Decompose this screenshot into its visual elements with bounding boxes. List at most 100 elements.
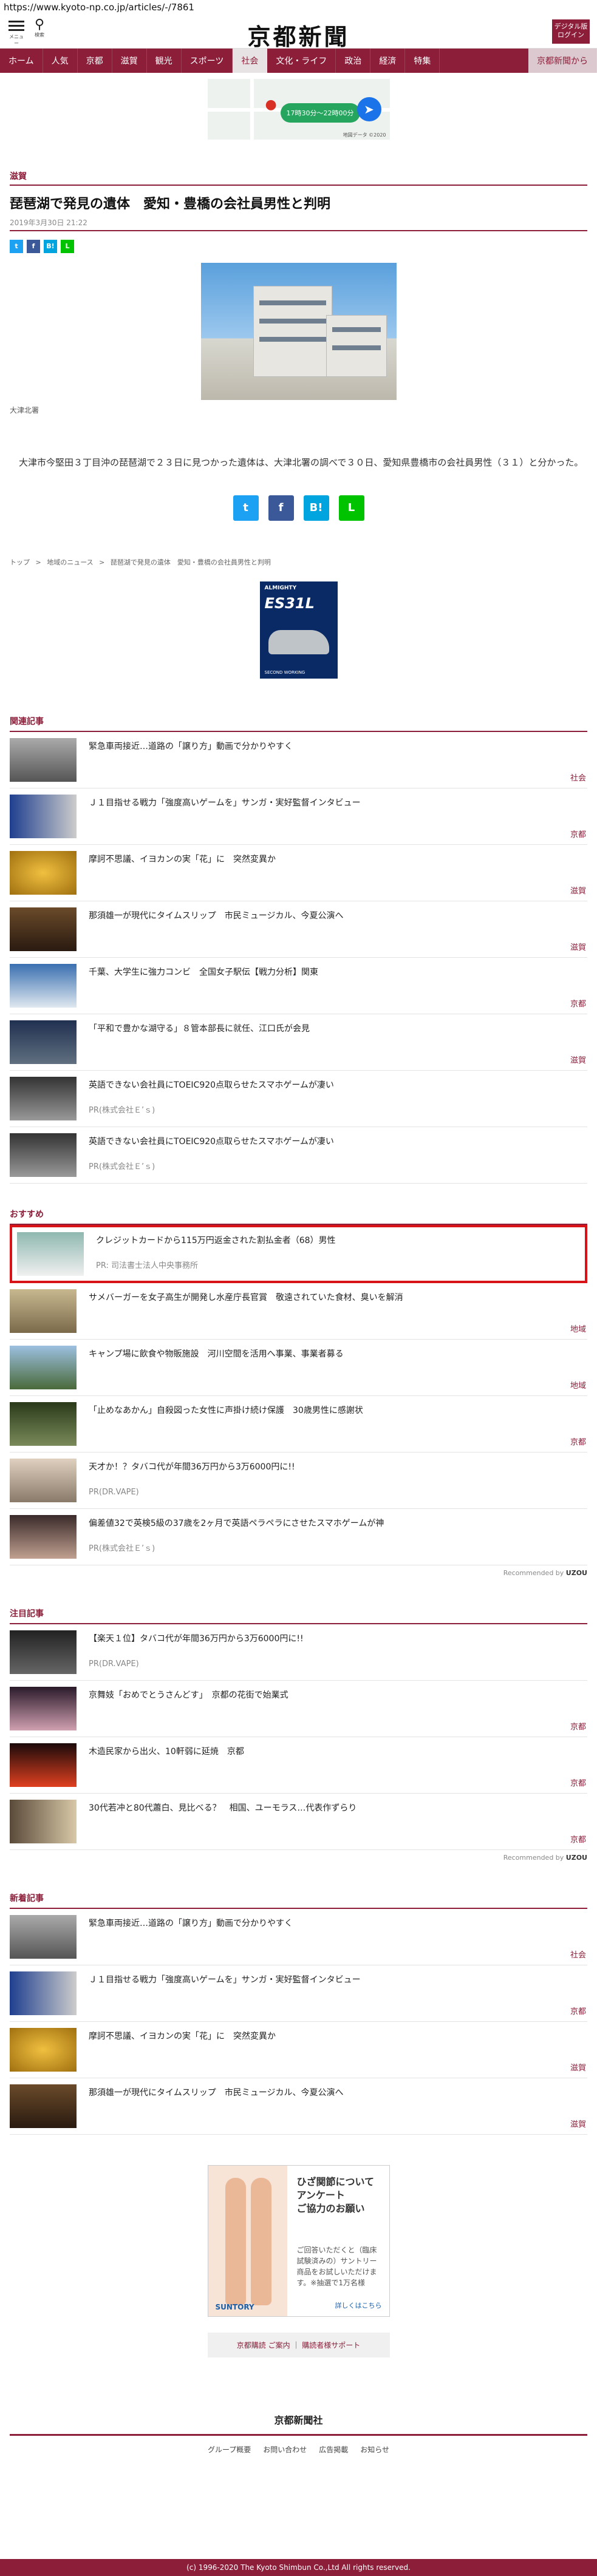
leg-shape (225, 2178, 246, 2305)
window-row (259, 337, 326, 342)
list-item[interactable]: 摩訶不思議、イヨカンの実「花」に 突然変異か 滋賀 (10, 2022, 587, 2078)
hatena-share-icon[interactable]: B! (303, 495, 329, 521)
item-sponsor: PR(株式会社Ｅ’ｓ) (89, 1106, 155, 1115)
nav-shiga[interactable]: 滋賀 (112, 49, 147, 73)
subscription-links[interactable]: 京都購読 ご案内 ｜ 購読者様サポート (207, 2333, 390, 2357)
thumbnail (10, 1687, 77, 1730)
item-title: 「止めなあかん」自殺図った女性に声掛け続け保護 30歳男性に感謝状 (89, 1406, 363, 1415)
list-item[interactable]: 【楽天１位】タバコ代が年間36万円から3万6000円に!! PR(DR.VAPE) (10, 1624, 587, 1681)
breadcrumb-section[interactable]: 地域のニュース (47, 558, 93, 566)
nav-culture[interactable]: 文化・ライフ (267, 49, 336, 73)
footer-link[interactable]: 広告掲載 (319, 2444, 348, 2455)
recommended-by[interactable]: Recommended by UZOU (10, 1569, 587, 1577)
thumbnail (10, 1800, 77, 1843)
recommended-by[interactable]: Recommended by UZOU (10, 1854, 587, 1862)
list-item[interactable]: 木造民家から出火、10軒弱に延焼 京都 京都 (10, 1737, 587, 1794)
item-category: 滋賀 (570, 887, 586, 896)
article-category[interactable]: 滋賀 (10, 170, 587, 186)
map-ad-banner[interactable]: ● 17時30分～22時00分 ➤ 地図データ ©2020 (207, 79, 390, 140)
nav-economy[interactable]: 経済 (370, 49, 406, 73)
facebook-share-icon[interactable]: f (27, 240, 40, 253)
twitter-share-icon[interactable]: t (10, 240, 23, 253)
nav-tourism[interactable]: 観光 (147, 49, 182, 73)
item-title: クレジットカードから115万円返金された割払金者（68）男性 (96, 1236, 336, 1246)
nav-politics[interactable]: 政治 (336, 49, 371, 73)
list-item[interactable]: 摩訶不思議、イヨカンの実「花」に 突然変異か 滋賀 (10, 845, 587, 901)
thumbnail (10, 907, 77, 951)
item-title: 千葉、大学生に強力コンビ 全国女子駅伝【戦力分析】関東 (89, 968, 318, 977)
footer-link[interactable]: お問い合わせ (263, 2444, 307, 2455)
list-item[interactable]: 那須雄一が現代にタイムスリップ 市民ミュージカル、今夏公演へ 滋賀 (10, 2078, 587, 2135)
footer-link[interactable]: お知らせ (360, 2444, 389, 2455)
list-item[interactable]: Ｊ１目指せる戦力「強度高いゲームを」サンガ・実好監督インタビュー京都 (10, 1965, 587, 2022)
item-category: 京都 (570, 1438, 586, 1447)
footer-divider (10, 2434, 587, 2436)
list-item[interactable]: キャンプ場に飲食や物販施設 河川空間を活用へ事業、事業者募る 地域 (10, 1340, 587, 1396)
footer-link[interactable]: グループ概要 (208, 2444, 251, 2455)
shoe-ad-banner[interactable]: ALMIGHTY ES31L SECOND WORKING (259, 581, 338, 679)
list-item-highlighted[interactable]: クレジットカードから115万円返金された割払金者（68）男性 PR: 司法書士法人… (10, 1225, 587, 1283)
thumbnail (10, 851, 77, 895)
list-item[interactable]: 天才か！？タバコ代が年間36万円から3万6000円に!! PR(DR.VAPE) (10, 1452, 587, 1509)
nav-popular[interactable]: 人気 (43, 49, 78, 73)
line-share-icon[interactable]: L (338, 495, 364, 521)
thumbnail (10, 795, 77, 838)
site-logo[interactable]: 京都新聞 (0, 18, 597, 52)
suntory-ad-banner[interactable]: ひざ関節について アンケート ご協力のお願い ご回答いただくと（臨床試験済みの）… (207, 2165, 390, 2317)
list-item[interactable]: サメバーガーを女子高生が開発し水産庁長官賞 敬遠されていた食材、臭いを解消 地域 (10, 1283, 587, 1340)
ad-cta-link[interactable]: 詳しくはこちら (335, 2300, 382, 2310)
thumbnail (10, 1402, 77, 1446)
twitter-share-icon[interactable]: t (233, 495, 259, 521)
item-category: 滋賀 (570, 2064, 586, 2073)
thumbnail (10, 738, 77, 782)
nav-society[interactable]: 社会 (233, 49, 268, 73)
item-title: Ｊ１目指せる戦力「強度高いゲームを」サンガ・実好監督インタビュー (89, 1975, 361, 1985)
facebook-share-icon[interactable]: f (268, 495, 294, 521)
share-row-small: t f B! L (10, 240, 587, 253)
list-item[interactable]: 京舞妓「おめでとうさんどす」 京都の花街で始業式 京都 (10, 1681, 587, 1737)
shoe-image (268, 630, 329, 654)
nav-from-kyoto[interactable]: 京都新聞から (528, 49, 597, 73)
item-sponsor: PR: 司法書士法人中央事務所 (96, 1261, 198, 1270)
list-item[interactable]: 30代若冲と80代蕭白、見比べる？ 相国、ユーモラス…代表作ずらり 京都 (10, 1794, 587, 1850)
item-category: 京都 (570, 1835, 586, 1845)
breadcrumb-sep: > (99, 558, 105, 566)
list-item[interactable]: 那須雄一が現代にタイムスリップ 市民ミュージカル、今夏公演へ 滋賀 (10, 901, 587, 958)
ad-illustration (208, 2166, 287, 2316)
item-title: キャンプ場に飲食や物販施設 河川空間を活用へ事業、事業者募る (89, 1349, 344, 1359)
list-item[interactable]: 緊急車両接近…道路の「譲り方」動画で分かりやすく 社会 (10, 1909, 587, 1965)
thumbnail (10, 1459, 77, 1502)
thumbnail (10, 1289, 77, 1333)
login-button[interactable]: デジタル版 ログイン (552, 19, 590, 44)
item-category: 京都 (570, 830, 586, 839)
latest-list: 緊急車両接近…道路の「譲り方」動画で分かりやすく 社会 Ｊ１目指せる戦力「強度高い… (10, 1909, 587, 2135)
window-row (332, 345, 381, 350)
recommend-section-title: おすすめ (10, 1208, 587, 1225)
list-item[interactable]: 偏差値32で英検5級の37歳を2ヶ月で英語ペラペラにさせたスマホゲームが神 PR(… (10, 1509, 587, 1565)
nav-home[interactable]: ホーム (0, 49, 43, 73)
item-title: 天才か！？タバコ代が年間36万円から3万6000円に!! (89, 1462, 295, 1472)
breadcrumb-home[interactable]: トップ (10, 558, 30, 566)
item-title: 那須雄一が現代にタイムスリップ 市民ミュージカル、今夏公演へ (89, 2088, 344, 2098)
list-item[interactable]: 英語できない会社員にTOEIC920点取らせたスマホゲームが凄い PR(株式会社Ｅ… (10, 1071, 587, 1127)
list-item[interactable]: Ｊ１目指せる戦力「強度高いゲームを」サンガ・実好監督インタビュー 京都 (10, 788, 587, 845)
directions-icon[interactable]: ➤ (356, 97, 381, 121)
nav-kyoto[interactable]: 京都 (78, 49, 112, 73)
list-item[interactable]: 英語できない会社員にTOEIC920点取らせたスマホゲームが凄い PR(株式会社Ｅ… (10, 1127, 587, 1184)
list-item[interactable]: 「止めなあかん」自殺図った女性に声掛け続け保護 30歳男性に感謝状京都 (10, 1396, 587, 1452)
uzou-logo: UZOU (565, 1854, 587, 1862)
line-share-icon[interactable]: L (61, 240, 74, 253)
login-line2: ログイン (558, 31, 584, 39)
item-title: 英語できない会社員にTOEIC920点取らせたスマホゲームが凄い (89, 1137, 334, 1147)
thumbnail (10, 2028, 77, 2072)
nav-feature[interactable]: 特集 (405, 49, 440, 73)
article-photo[interactable] (200, 263, 397, 400)
list-item[interactable]: 「平和で豊かな湖守る」８管本部長に就任、江口氏が会見 滋賀 (10, 1014, 587, 1071)
item-category: 京都 (570, 2007, 586, 2016)
hatena-share-icon[interactable]: B! (44, 240, 57, 253)
nav-sports[interactable]: スポーツ (182, 49, 233, 73)
list-item[interactable]: 緊急車両接近…道路の「譲り方」動画で分かりやすく 社会 (10, 732, 587, 788)
footer-logo[interactable]: 京都新聞社 (10, 2412, 587, 2427)
url-bar[interactable]: https://www.kyoto-np.co.jp/articles/-/78… (0, 0, 597, 15)
list-item[interactable]: 千葉、大学生に強力コンビ 全国女子駅伝【戦力分析】関東 京都 (10, 958, 587, 1014)
